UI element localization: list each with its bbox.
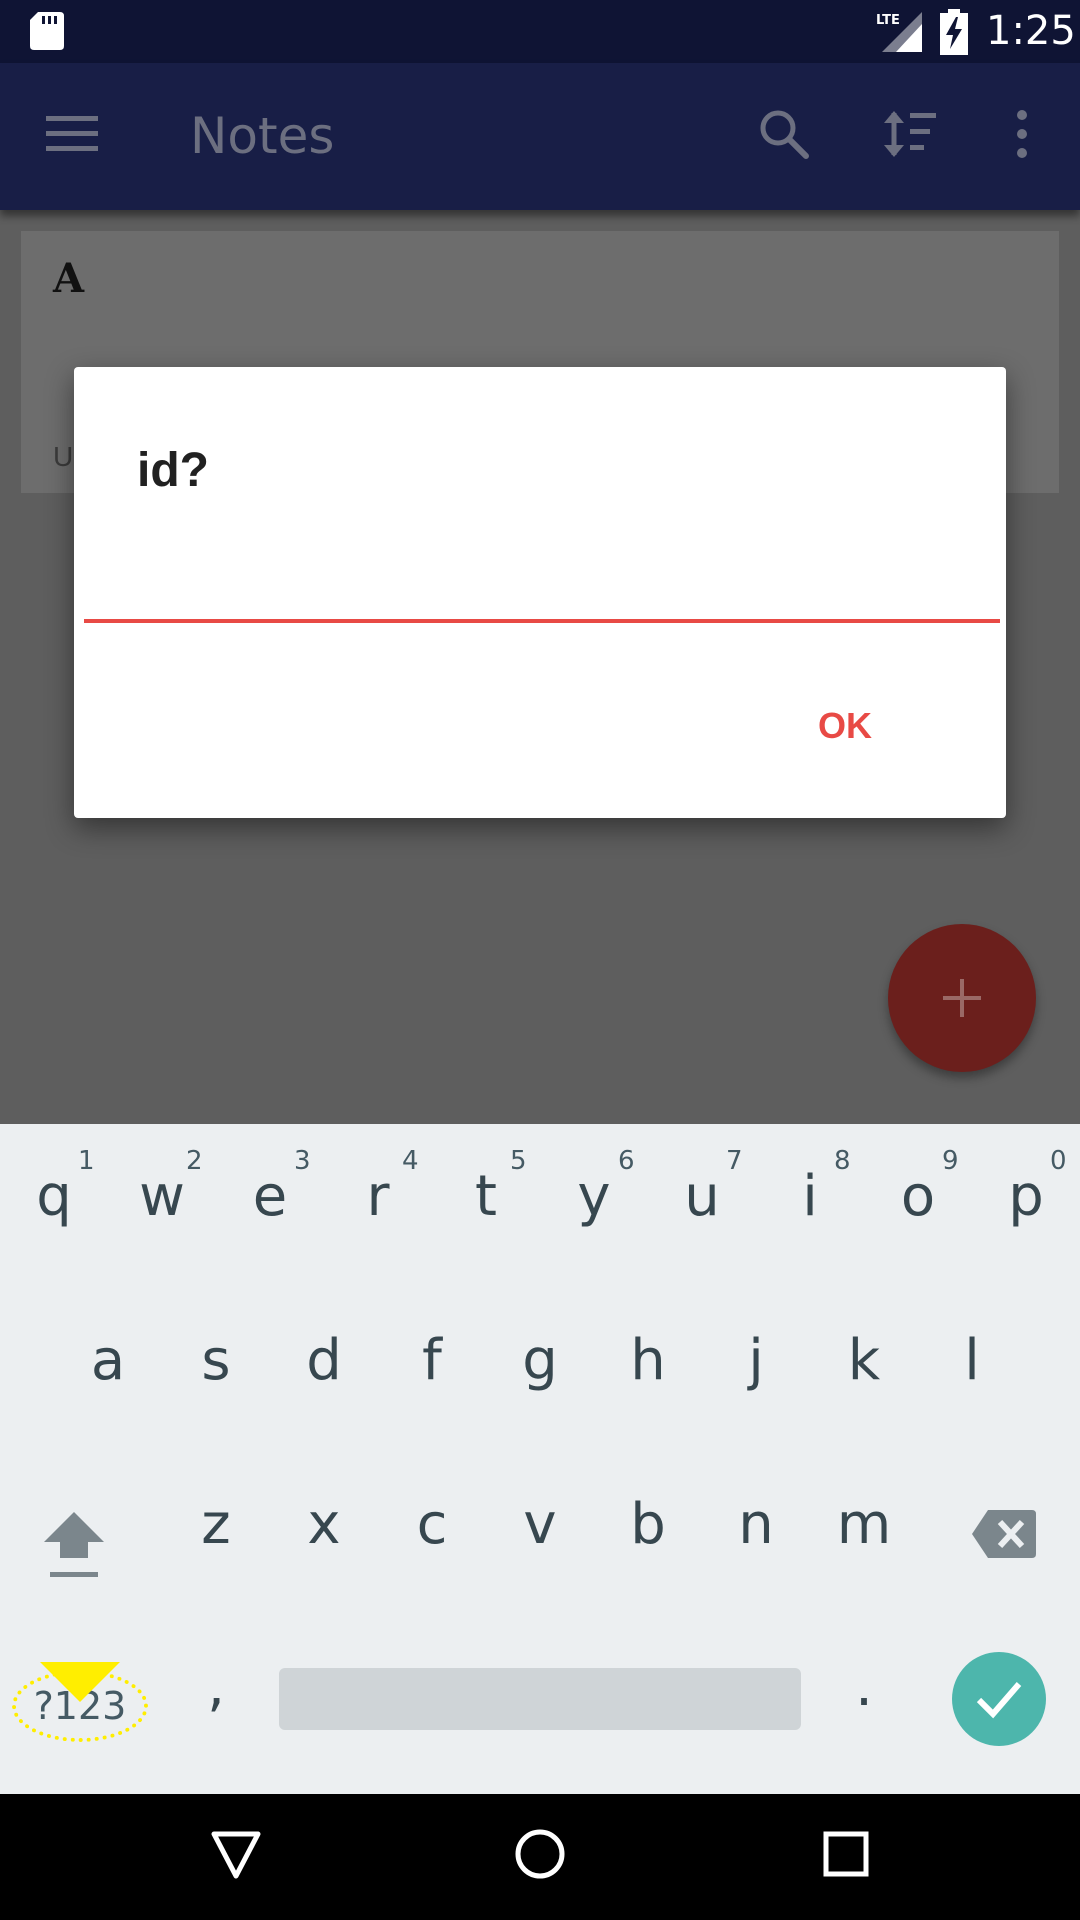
key-l[interactable]: l xyxy=(918,1328,1026,1393)
sd-card-icon xyxy=(30,12,64,50)
recents-icon[interactable] xyxy=(822,1830,870,1878)
key-y[interactable]: y xyxy=(540,1164,648,1229)
id-input[interactable] xyxy=(84,557,1000,623)
note-subtitle: U xyxy=(53,441,74,472)
note-title: A xyxy=(53,255,85,302)
id-dialog: id? OK xyxy=(74,367,1006,818)
key-x[interactable]: x xyxy=(270,1492,378,1557)
back-icon[interactable] xyxy=(208,1826,264,1882)
key-a[interactable]: a xyxy=(54,1328,162,1393)
space-bar[interactable] xyxy=(279,1668,801,1730)
key-g[interactable]: g xyxy=(486,1328,594,1393)
key-t[interactable]: t xyxy=(432,1164,540,1229)
home-icon[interactable] xyxy=(512,1826,568,1882)
menu-icon[interactable] xyxy=(46,114,98,154)
key-p[interactable]: p xyxy=(972,1164,1080,1229)
key-q[interactable]: q xyxy=(0,1164,108,1229)
status-bar: LTE 1:25 xyxy=(0,0,1080,63)
shift-icon[interactable] xyxy=(42,1508,106,1580)
more-vert-icon[interactable] xyxy=(1010,109,1034,159)
key-d[interactable]: d xyxy=(270,1328,378,1393)
key-i[interactable]: i xyxy=(756,1164,864,1229)
search-icon[interactable] xyxy=(758,108,810,160)
enter-button[interactable] xyxy=(952,1652,1046,1746)
key-n[interactable]: n xyxy=(702,1492,810,1557)
key-period[interactable]: . xyxy=(810,1654,918,1719)
key-f[interactable]: f xyxy=(378,1328,486,1393)
key-j[interactable]: j xyxy=(702,1328,810,1393)
key-k[interactable]: k xyxy=(810,1328,918,1393)
key-z[interactable]: z xyxy=(162,1492,270,1557)
backspace-icon[interactable] xyxy=(972,1510,1036,1558)
key-u[interactable]: u xyxy=(648,1164,756,1229)
dialog-title: id? xyxy=(137,444,209,497)
app-title: Notes xyxy=(190,107,335,165)
key-r[interactable]: r xyxy=(324,1164,432,1229)
status-clock: 1:25 xyxy=(986,8,1076,54)
battery-charging-icon xyxy=(940,9,968,55)
key-h[interactable]: h xyxy=(594,1328,702,1393)
key-e[interactable]: e xyxy=(216,1164,324,1229)
ok-button[interactable]: OK xyxy=(818,705,872,747)
key-c[interactable]: c xyxy=(378,1492,486,1557)
navigation-bar xyxy=(0,1794,1080,1920)
lte-signal-icon: LTE xyxy=(876,12,922,52)
touch-pointer-icon xyxy=(40,1662,120,1702)
key-o[interactable]: o xyxy=(864,1164,972,1229)
app-bar: Notes xyxy=(0,63,1080,210)
key-m[interactable]: m xyxy=(810,1492,918,1557)
add-note-button[interactable] xyxy=(888,924,1036,1072)
checkmark-icon xyxy=(976,1682,1022,1719)
sort-icon[interactable] xyxy=(882,109,938,159)
key-w[interactable]: w xyxy=(108,1164,216,1229)
soft-keyboard: 1 2 3 4 5 6 7 8 9 0 q w e r t y u i o p … xyxy=(0,1124,1080,1794)
key-b[interactable]: b xyxy=(594,1492,702,1557)
key-comma[interactable]: , xyxy=(162,1654,270,1719)
plus-icon xyxy=(943,979,981,1017)
key-v[interactable]: v xyxy=(486,1492,594,1557)
lte-label: LTE xyxy=(876,13,900,28)
key-s[interactable]: s xyxy=(162,1328,270,1393)
